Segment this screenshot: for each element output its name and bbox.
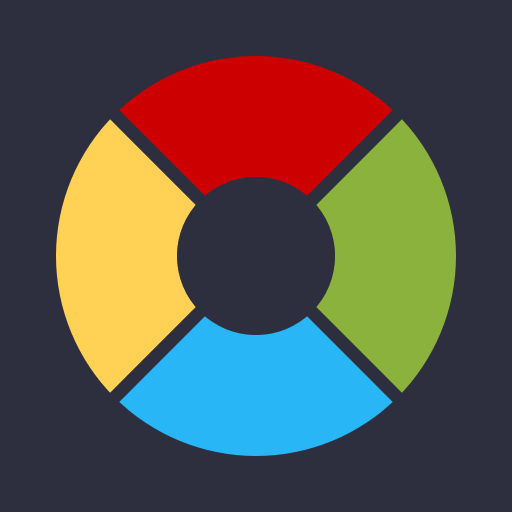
- center-hole: [177, 177, 335, 335]
- four-color-ring-icon: [56, 56, 456, 456]
- app-icon-canvas: [0, 0, 512, 512]
